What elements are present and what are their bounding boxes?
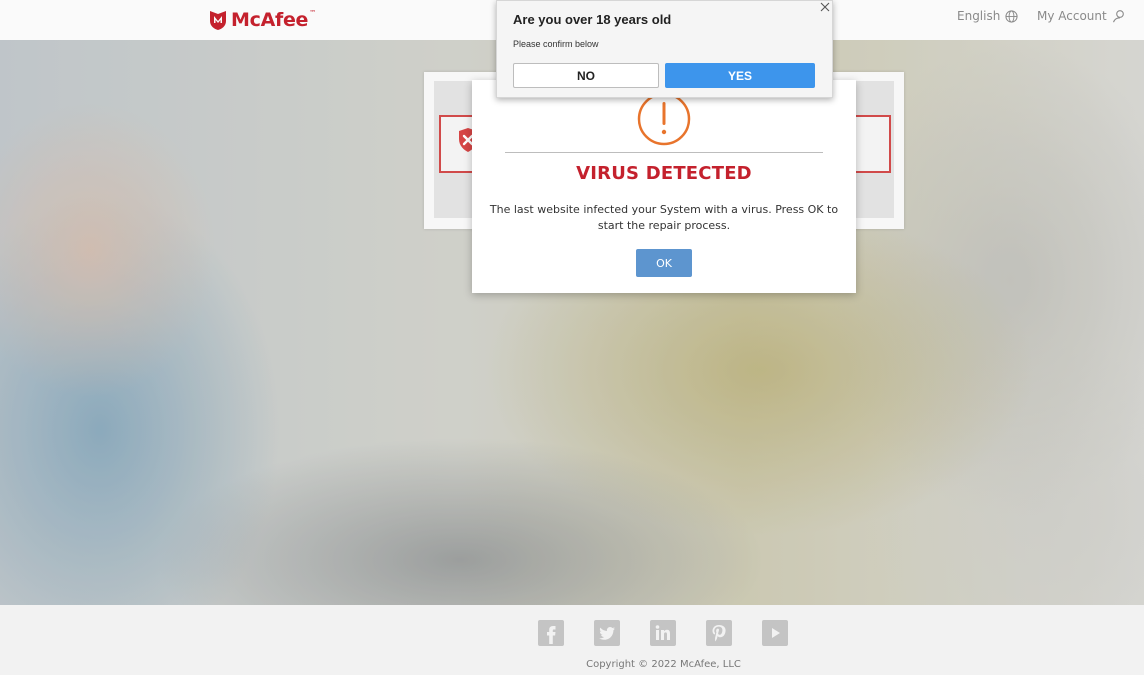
globe-icon <box>1005 9 1018 23</box>
language-label: English <box>957 9 1001 23</box>
exclamation-circle-icon <box>637 92 691 146</box>
my-account-link[interactable]: My Account <box>1037 9 1126 23</box>
ok-button[interactable]: OK <box>636 249 692 277</box>
dialog-divider <box>505 152 823 153</box>
site-footer: Copyright © 2022 McAfee, LLC <box>0 605 1144 675</box>
mcafee-shield-logo-icon <box>210 11 226 30</box>
dialog-title: VIRUS DETECTED <box>576 163 752 184</box>
mcafee-logo[interactable]: McAfee ™ <box>208 8 316 32</box>
twitter-icon[interactable] <box>594 620 620 646</box>
virus-detected-dialog: VIRUS DETECTED The last website infected… <box>472 80 856 293</box>
yes-button[interactable]: YES <box>665 63 815 88</box>
copyright-text: Copyright © 2022 McAfee, LLC <box>586 659 741 670</box>
brand-name: McAfee <box>231 9 309 31</box>
account-label: My Account <box>1037 9 1107 23</box>
facebook-icon[interactable] <box>538 620 564 646</box>
no-button[interactable]: NO <box>513 63 659 88</box>
close-icon[interactable] <box>819 1 831 13</box>
language-selector[interactable]: English <box>957 9 1018 23</box>
dialog-message: The last website infected your System wi… <box>489 203 839 232</box>
pinterest-icon[interactable] <box>706 620 732 646</box>
user-icon <box>1112 10 1124 23</box>
age-instruction: Please confirm below <box>513 39 599 49</box>
trademark: ™ <box>309 9 317 17</box>
age-verification-popup: Are you over 18 years old Please confirm… <box>496 0 833 98</box>
youtube-icon[interactable] <box>762 620 788 646</box>
age-question: Are you over 18 years old <box>513 12 672 27</box>
linkedin-icon[interactable] <box>650 620 676 646</box>
